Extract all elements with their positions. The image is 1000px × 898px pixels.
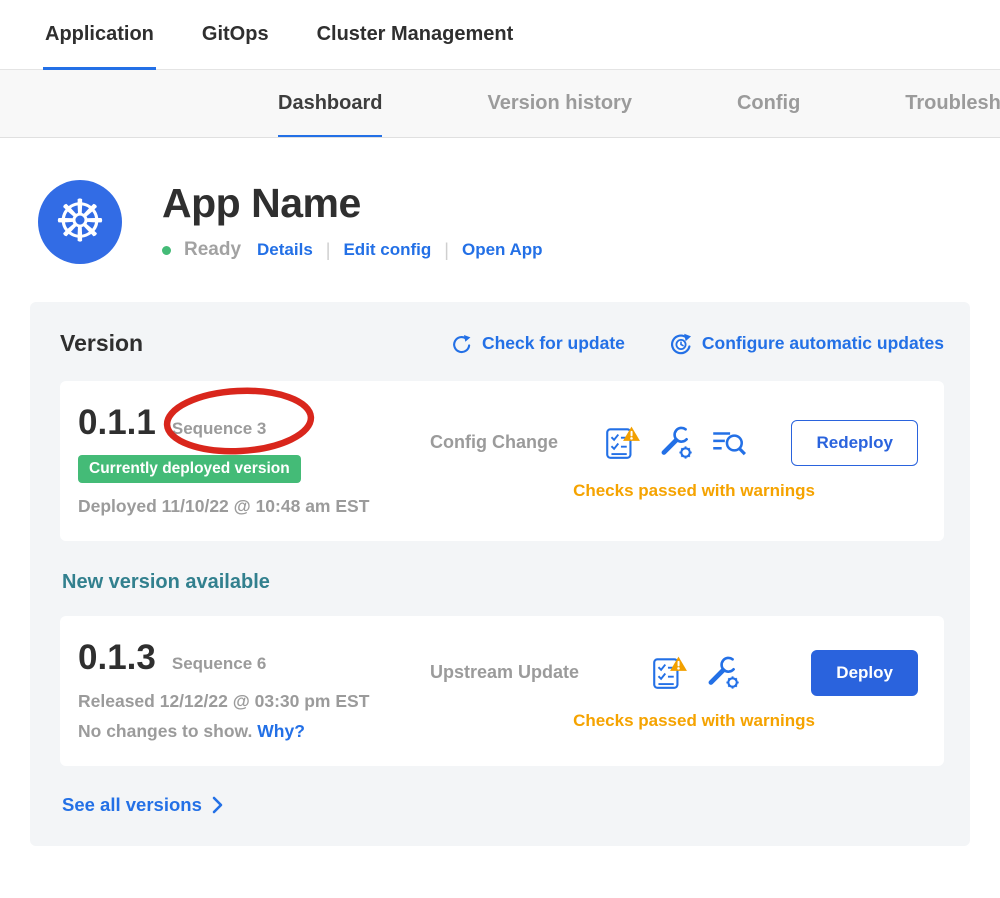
currently-deployed-badge: Currently deployed version [78,455,301,483]
config-tools-icon[interactable] [703,654,741,692]
new-version-card: 0.1.3 Sequence 6 Released 12/12/22 @ 03:… [60,616,944,766]
chevron-right-icon [212,796,223,814]
edit-config-link[interactable]: Edit config [343,240,431,260]
why-link[interactable]: Why? [257,721,305,741]
current-version-number: 0.1.1 [78,403,156,443]
new-version-heading: New version available [62,571,944,594]
tab-application[interactable]: Application [45,0,154,69]
tab-config[interactable]: Config [737,70,800,137]
config-tools-icon[interactable] [656,424,694,462]
see-all-versions-link[interactable]: See all versions [62,794,944,816]
configure-auto-updates-button[interactable]: Configure automatic updates [669,332,944,356]
app-sub-nav: Dashboard Version history Config Trouble… [0,70,1000,138]
preflight-checks-icon[interactable] [650,654,688,692]
app-status: Ready [184,239,241,261]
tab-cluster-management[interactable]: Cluster Management [317,0,514,69]
current-version-sequence: Sequence 3 [172,419,267,439]
divider: | [326,240,331,261]
change-type-label: Config Change [430,432,558,453]
tab-version-history[interactable]: Version history [487,70,632,137]
view-files-icon[interactable] [709,424,747,462]
tab-gitops[interactable]: GitOps [202,0,269,69]
refresh-icon [451,333,473,355]
app-name-title: App Name [162,180,543,227]
deployed-timestamp: Deployed 11/10/22 @ 10:48 am EST [78,496,430,517]
redeploy-button[interactable]: Redeploy [791,420,918,466]
kubernetes-logo-icon: ☸ [38,180,122,264]
app-header: ☸ App Name Ready Details | Edit config |… [0,138,1000,264]
status-dot-icon [162,246,171,255]
auto-update-clock-icon [669,332,693,356]
new-version-number: 0.1.3 [78,638,156,678]
deploy-button[interactable]: Deploy [811,650,918,696]
details-link[interactable]: Details [257,240,313,260]
new-version-sequence: Sequence 6 [172,654,267,674]
released-timestamp: Released 12/12/22 @ 03:30 pm EST [78,691,430,712]
preflight-checks-icon[interactable] [603,424,641,462]
checks-status: Checks passed with warnings [430,711,918,731]
tab-dashboard[interactable]: Dashboard [278,70,382,137]
version-panel: Version Check for update Configure autom… [30,302,970,846]
checks-status: Checks passed with warnings [430,481,918,501]
no-changes-text: No changes to show. [78,721,252,741]
change-type-label: Upstream Update [430,662,579,683]
check-for-update-button[interactable]: Check for update [451,333,625,355]
primary-nav: Application GitOps Cluster Management [0,0,1000,70]
divider: | [444,240,449,261]
open-app-link[interactable]: Open App [462,240,543,260]
tab-troubleshoot[interactable]: Troubleshoot [905,70,1000,137]
version-panel-title: Version [60,330,407,357]
current-version-card: 0.1.1 Sequence 3 Currently deployed vers… [60,381,944,541]
